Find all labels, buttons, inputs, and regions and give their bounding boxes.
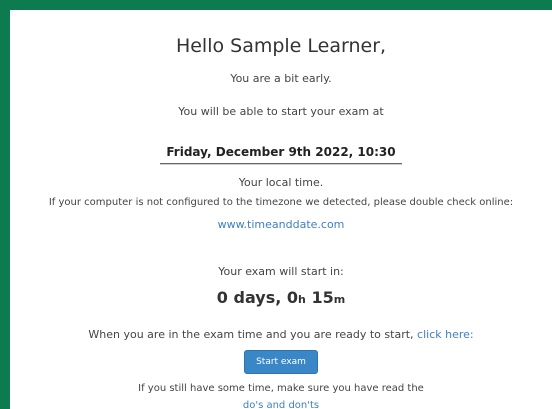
exam-datetime: Friday, December 9th 2022, 10:30 (160, 143, 402, 164)
countdown-minutes-unit: m (333, 293, 346, 306)
timeanddate-link[interactable]: www.timeanddate.com (10, 218, 552, 231)
countdown-days-value: 0 (216, 288, 228, 307)
ready-text: When you are in the exam time and you ar… (88, 328, 414, 341)
countdown-timer: 0 days, 0h 15m (10, 288, 552, 307)
click-here-link[interactable]: click here: (417, 328, 474, 341)
start-exam-button-container: Start exam (10, 349, 552, 374)
start-exam-button[interactable]: Start exam (244, 350, 318, 374)
countdown-days-label: days, (233, 288, 282, 307)
countdown-minutes-value: 15 (311, 288, 334, 307)
exam-datetime-container: Friday, December 9th 2022, 10:30 (10, 141, 552, 164)
exam-waiting-card: Hello Sample Learner, You are a bit earl… (10, 10, 552, 409)
greeting-heading: Hello Sample Learner, (175, 35, 387, 57)
countdown-hours-unit: h (298, 293, 306, 306)
dos-and-donts-link[interactable]: do's and don'ts (10, 400, 552, 409)
ready-message: When you are in the exam time and you ar… (10, 328, 552, 341)
local-time-note: Your local time. (238, 176, 324, 189)
timezone-note: If your computer is not configured to th… (48, 197, 514, 208)
reminder-text: If you still have some time, make sure y… (138, 383, 424, 394)
early-message: You are a bit early. (230, 72, 332, 85)
countdown-label: Your exam will start in: (218, 265, 344, 278)
countdown-hours-value: 0 (286, 288, 299, 307)
start-info-text: You will be able to start your exam at (178, 105, 384, 118)
